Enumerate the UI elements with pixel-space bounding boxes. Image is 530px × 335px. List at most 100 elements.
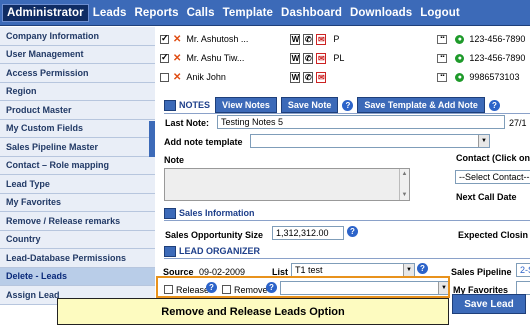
sidebar-item-my-custom-fields[interactable]: My Custom Fields	[0, 119, 155, 138]
contact-name: Anik John	[186, 72, 226, 82]
callout-tip: Remove and Release Leads Option	[57, 298, 449, 325]
note-template-select[interactable]: ▼	[250, 134, 490, 148]
sidebar-scroll-thumb[interactable]	[149, 121, 155, 157]
sidebar-item-lead-database-permissions[interactable]: Lead-Database Permissions	[0, 249, 155, 268]
sidebar-item-lead-type[interactable]: Lead Type	[0, 175, 155, 194]
add-note-template-label: Add note template	[164, 137, 243, 147]
sidebar-item-access-permission[interactable]: Access Permission	[0, 64, 155, 83]
contact-phone: 123-456-7890	[469, 34, 526, 44]
phone-icon[interactable]: ✆	[303, 71, 314, 83]
phone-icon[interactable]: ✆	[303, 52, 314, 64]
contact-checkbox[interactable]	[160, 33, 169, 44]
contact-tag: P	[333, 34, 340, 44]
sales-information-header: Sales Information	[164, 206, 530, 221]
menu-administrator[interactable]: Administrator	[2, 3, 89, 22]
contact-checkbox[interactable]	[160, 52, 169, 63]
contact-tag: PL	[333, 53, 345, 63]
sidebar-item-delete-leads[interactable]: Delete - Leads	[0, 267, 155, 286]
contact-phone: 9986573103	[469, 72, 520, 82]
sidebar-item-user-management[interactable]: User Management	[0, 45, 155, 64]
last-note-field[interactable]: Testing Notes 5	[217, 115, 505, 129]
sidebar-item-company-information[interactable]: Company Information	[0, 27, 155, 46]
contact-checkbox[interactable]	[160, 72, 169, 82]
scroll-down-icon[interactable]: ▼	[400, 190, 409, 200]
word-icon[interactable]: W	[290, 33, 301, 45]
top-menu-bar: Administrator Leads Reports Calls Templa…	[0, 0, 530, 26]
menu-calls[interactable]: Calls	[183, 7, 219, 19]
menu-dashboard[interactable]: Dashboard	[277, 7, 346, 19]
help-icon[interactable]: ?	[488, 99, 500, 111]
phone-icon[interactable]: ✆	[303, 33, 314, 45]
contact-select[interactable]: --Select Contact--	[455, 170, 530, 184]
document-icon[interactable]: ✉	[316, 71, 327, 83]
delete-contact-icon[interactable]: ✕	[173, 72, 181, 83]
lead-organizer-title: LEAD ORGANIZER	[179, 246, 260, 256]
list-select[interactable]: T1 test ▼	[291, 263, 415, 277]
menu-logout[interactable]: Logout	[416, 7, 464, 19]
sales-information-title: Sales Information	[179, 208, 255, 218]
menu-reports[interactable]: Reports	[130, 7, 182, 19]
sidebar-item-remove-release-remarks[interactable]: Remove / Release remarks	[0, 212, 155, 231]
contact-phone: 123-456-7890	[469, 53, 526, 63]
notes-icon	[164, 99, 176, 111]
delete-contact-icon[interactable]: ✕	[173, 53, 181, 64]
note-icon[interactable]: ▪▪	[437, 34, 448, 44]
expected-closing-label: Expected Closin	[458, 230, 529, 240]
save-lead-label: Save Lead	[464, 298, 514, 310]
contact-row: ✕ Mr. Ashutosh ... W ✆ ✉ P ▪▪ ● 123-456-…	[160, 29, 530, 49]
view-notes-button[interactable]: View Notes	[215, 97, 277, 113]
contact-name: Mr. Ashu Tiw...	[186, 53, 245, 63]
help-icon[interactable]: ?	[342, 99, 354, 111]
menu-leads[interactable]: Leads	[89, 7, 131, 19]
chevron-down-icon: ▼	[478, 135, 489, 147]
sales-opportunity-size-label: Sales Opportunity Size	[165, 230, 264, 240]
contact-name: Mr. Ashutosh ...	[186, 34, 249, 44]
contact-row: ✕ Anik John W ✆ ✉ ▪▪ ● 9986573103	[160, 67, 530, 87]
word-icon[interactable]: W	[290, 52, 301, 64]
call-icon[interactable]: ●	[455, 34, 465, 44]
sales-icon	[164, 207, 176, 219]
word-icon[interactable]: W	[290, 71, 301, 83]
textarea-scrollbar[interactable]: ▲ ▼	[399, 169, 409, 200]
chevron-down-icon: ▼	[403, 264, 414, 276]
organizer-icon	[164, 245, 176, 257]
menu-downloads[interactable]: Downloads	[346, 7, 416, 19]
note-textarea[interactable]: ▲ ▼	[164, 168, 410, 201]
sidebar-item-country[interactable]: Country	[0, 230, 155, 249]
menu-template[interactable]: Template	[219, 7, 277, 19]
sales-pipeline-field[interactable]: 2-S	[516, 263, 530, 277]
contact-label: Contact (Click on	[456, 153, 530, 163]
my-favorites-field[interactable]	[516, 281, 530, 295]
sidebar-item-my-favorites[interactable]: My Favorites	[0, 193, 155, 212]
last-note-label: Last Note:	[165, 118, 210, 128]
document-icon[interactable]: ✉	[316, 33, 327, 45]
notes-title: NOTES	[179, 100, 211, 110]
save-note-button[interactable]: Save Note	[280, 97, 339, 113]
call-icon[interactable]: ●	[455, 72, 465, 82]
admin-sidebar: Company Information User Management Acce…	[0, 27, 155, 335]
note-icon[interactable]: ▪▪	[437, 53, 448, 63]
last-note-date: 27/1	[509, 118, 527, 128]
lead-organizer-header: LEAD ORGANIZER	[164, 244, 530, 259]
document-icon[interactable]: ✉	[316, 52, 327, 64]
notes-toolbar: NOTES View Notes Save Note ? Save Templa…	[164, 97, 530, 114]
save-lead-button[interactable]: Save Lead	[452, 294, 526, 314]
help-icon[interactable]: ?	[347, 226, 358, 237]
scroll-up-icon[interactable]: ▲	[400, 169, 409, 179]
save-template-add-note-button[interactable]: Save Template & Add Note	[357, 97, 485, 113]
sales-opportunity-size-field[interactable]: 1,312,312.00	[272, 226, 344, 240]
sidebar-item-product-master[interactable]: Product Master	[0, 101, 155, 120]
sales-pipeline-label: Sales Pipeline	[451, 267, 512, 277]
list-select-value: T1 test	[295, 265, 323, 275]
sidebar-item-contact-role-mapping[interactable]: Contact – Role mapping	[0, 156, 155, 175]
release-remove-highlight	[156, 276, 450, 298]
call-icon[interactable]: ●	[455, 53, 465, 63]
next-call-date-label: Next Call Date	[456, 192, 517, 202]
help-icon[interactable]: ?	[417, 263, 428, 274]
sidebar-item-sales-pipeline-master[interactable]: Sales Pipeline Master	[0, 138, 155, 157]
note-label: Note	[164, 155, 184, 165]
delete-contact-icon[interactable]: ✕	[173, 34, 181, 45]
contact-row: ✕ Mr. Ashu Tiw... W ✆ ✉ PL ▪▪ ● 123-456-…	[160, 48, 530, 68]
note-icon[interactable]: ▪▪	[437, 72, 448, 82]
sidebar-item-region[interactable]: Region	[0, 82, 155, 101]
